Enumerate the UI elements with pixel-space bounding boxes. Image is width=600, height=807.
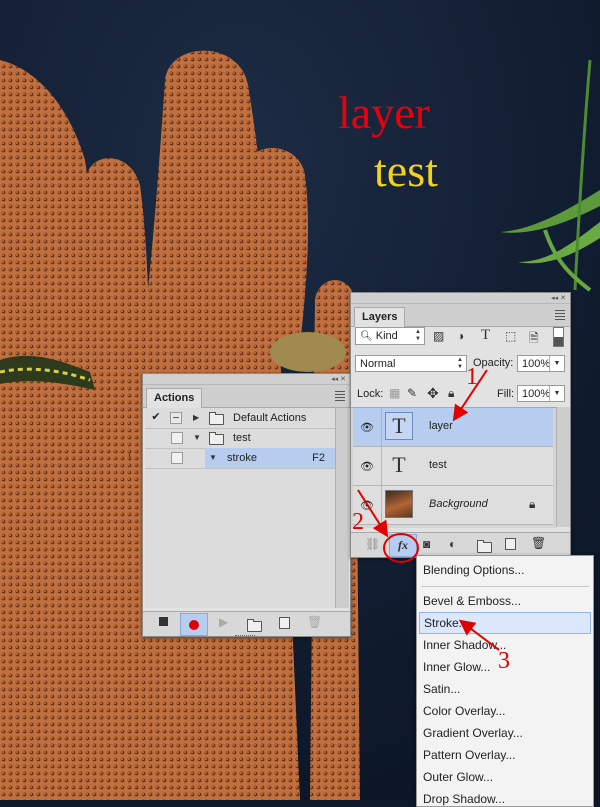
filter-kind-value: Kind [375, 330, 398, 342]
layer-name[interactable]: layer [429, 420, 453, 432]
trash-icon[interactable]: 🗑 [307, 615, 322, 629]
actions-panel: ◂◂ ✕ Actions ✔ ▶ Default Actions ▼ test … [142, 373, 351, 640]
delete-layer-icon[interactable]: 🗑 [531, 536, 546, 550]
link-layers-icon[interactable]: ⛓ [365, 537, 380, 551]
layers-panel-topbar[interactable]: ◂◂ ✕ [351, 293, 570, 304]
layer-name[interactable]: test [429, 459, 447, 471]
blend-mode-dropdown[interactable]: Normal ▲ ▼ [355, 355, 467, 372]
check-toggle-icon[interactable] [171, 452, 183, 464]
lock-image-icon[interactable]: ✎ [407, 386, 417, 400]
actions-scrollbar[interactable] [335, 408, 349, 608]
lock-all-icon[interactable]: 🔒︎ [448, 386, 454, 401]
blend-mode-value: Normal [360, 358, 396, 370]
check-icon[interactable]: ✔ [149, 410, 163, 424]
layer-style-menu: Blending Options... Bevel & Emboss... St… [416, 555, 594, 807]
action-set-test[interactable]: ▼ test [145, 428, 335, 449]
stop-icon[interactable] [159, 617, 168, 626]
opacity-label: Opacity: [473, 357, 514, 369]
lock-position-icon[interactable]: ✥ [427, 385, 439, 402]
canvas-text-layer: layer [338, 87, 430, 138]
new-layer-icon[interactable] [505, 538, 516, 550]
actions-panel-topbar[interactable]: ◂◂ ✕ [143, 374, 350, 385]
filter-kind-dropdown[interactable]: 🔍︎ Kind ▲ ▼ [355, 327, 425, 345]
new-action-icon[interactable] [279, 617, 290, 629]
panel-menu-icon[interactable] [555, 310, 565, 322]
open-folder-icon [209, 432, 224, 445]
layer-name[interactable]: Background [429, 498, 488, 510]
menu-item-pattern-overlay[interactable]: Pattern Overlay... [417, 744, 593, 766]
check-toggle-icon[interactable] [171, 432, 183, 444]
action-label: stroke [227, 452, 257, 464]
spin-arrows-icon: ▲ ▼ [415, 329, 421, 342]
menu-item-bevel-emboss[interactable]: Bevel & Emboss... [417, 590, 593, 612]
new-set-folder-icon[interactable] [247, 619, 262, 632]
lock-transparent-icon[interactable]: ▦ [389, 386, 400, 400]
filter-toggle-icon[interactable] [553, 327, 564, 347]
tab-actions[interactable]: Actions [146, 388, 203, 408]
layers-scrollbar[interactable] [556, 407, 570, 527]
dialog-toggle-icon[interactable] [170, 412, 182, 424]
menu-separator [421, 586, 589, 587]
visibility-eye-icon[interactable]: 👁︎ [353, 447, 382, 485]
menu-item-color-overlay[interactable]: Color Overlay... [417, 700, 593, 722]
new-group-folder-icon[interactable] [477, 540, 492, 553]
opacity-value: 100% [522, 358, 551, 370]
spin-arrows-icon: ▲ ▼ [457, 357, 463, 370]
fill-input[interactable]: 100% ▼ [517, 385, 565, 402]
action-shortcut: F2 [312, 452, 325, 464]
annotation-number-3: 3 [498, 648, 510, 674]
folder-icon [209, 412, 224, 425]
expand-triangle-icon[interactable]: ▶ [193, 413, 199, 422]
layer-lock-icon: 🔒︎ [529, 497, 536, 511]
menu-item-drop-shadow[interactable]: Drop Shadow... [417, 788, 593, 806]
layer-row-background[interactable]: 👁︎ Background 🔒︎ [353, 486, 553, 525]
menu-item-outer-glow[interactable]: Outer Glow... [417, 766, 593, 788]
layers-panel: ◂◂ ✕ Layers 🔍︎ Kind ▲ ▼ ▨ ◑ T ⬚ 🗎 Normal … [350, 292, 571, 558]
search-icon: 🔍︎ [360, 331, 373, 342]
menu-item-gradient-overlay[interactable]: Gradient Overlay... [417, 722, 593, 744]
background-thumbnail[interactable] [385, 490, 413, 518]
layer-row-layer[interactable]: 👁︎ T layer [353, 408, 553, 447]
action-stroke[interactable]: ▼ stroke F2 [145, 448, 335, 469]
collapse-triangle-icon[interactable]: ▼ [193, 433, 201, 442]
visibility-eye-icon[interactable]: 👁︎ [353, 408, 382, 446]
canvas-text-test: test [374, 145, 438, 196]
resize-grip[interactable] [235, 635, 255, 640]
action-set-label: test [233, 432, 251, 444]
menu-item-satin[interactable]: Satin... [417, 678, 593, 700]
layer-row-test[interactable]: 👁︎ T test [353, 447, 553, 486]
text-layer-thumbnail[interactable]: T [385, 412, 413, 440]
action-set-label: Default Actions [233, 412, 307, 424]
fill-value: 100% [522, 388, 551, 400]
pixel-filter-icon[interactable]: ▨ [433, 329, 444, 343]
dropdown-arrow-icon[interactable]: ▼ [549, 356, 564, 371]
annotation-number-1: 1 [466, 364, 478, 390]
panel-menu-icon[interactable] [335, 391, 345, 403]
record-icon[interactable] [180, 613, 208, 636]
menu-item-stroke[interactable]: Stroke... [419, 612, 591, 634]
opacity-input[interactable]: 100% ▼ [517, 355, 565, 372]
add-mask-icon[interactable]: ◙ [423, 537, 430, 551]
fill-label: Fill: [497, 388, 515, 400]
menu-item-blending-options[interactable]: Blending Options... [417, 559, 593, 581]
lock-label: Lock: [357, 388, 384, 400]
collapse-triangle-icon[interactable]: ▼ [209, 453, 217, 462]
text-layer-thumbnail[interactable]: T [385, 451, 413, 479]
action-set-default[interactable]: ✔ ▶ Default Actions [145, 408, 335, 429]
dropdown-arrow-icon[interactable]: ▼ [549, 386, 564, 401]
layers-list: 👁︎ T layer 👁︎ T test 👁︎ Background 🔒︎ [351, 407, 556, 528]
play-icon[interactable]: ▶ [219, 615, 228, 629]
actions-list: ✔ ▶ Default Actions ▼ test ▼ stroke F2 [145, 408, 335, 608]
adjustment-layer-icon[interactable]: ◐ [449, 537, 456, 551]
smart-object-filter-icon[interactable]: 🗎 [529, 329, 539, 350]
adjustment-filter-icon[interactable]: ◑ [457, 329, 464, 343]
type-filter-icon[interactable]: T [481, 327, 490, 344]
fx-button[interactable]: fx [389, 534, 417, 557]
tab-layers[interactable]: Layers [354, 307, 406, 327]
shape-filter-icon[interactable]: ⬚ [505, 329, 516, 343]
annotation-number-2: 2 [352, 509, 364, 535]
